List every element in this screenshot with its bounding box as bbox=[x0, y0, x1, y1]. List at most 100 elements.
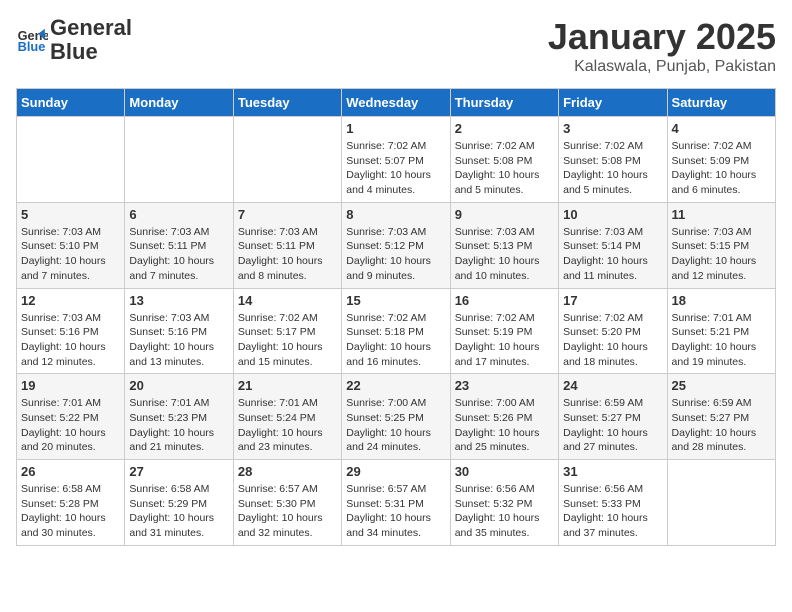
calendar-cell: 24Sunrise: 6:59 AM Sunset: 5:27 PM Dayli… bbox=[559, 374, 667, 460]
day-info: Sunrise: 7:02 AM Sunset: 5:07 PM Dayligh… bbox=[346, 139, 445, 198]
day-number: 30 bbox=[455, 464, 554, 479]
day-info: Sunrise: 7:00 AM Sunset: 5:26 PM Dayligh… bbox=[455, 396, 554, 455]
calendar-cell: 3 Sunrise: 7:02 AM Sunset: 5:08 PM Daylig… bbox=[559, 117, 667, 203]
day-number: 21 bbox=[238, 378, 337, 393]
calendar-cell: 11 Sunrise: 7:03 AM Sunset: 5:15 PM Dayli… bbox=[667, 202, 775, 288]
day-number: 11 bbox=[672, 207, 771, 222]
calendar-cell: 21 Sunrise: 7:01 AM Sunset: 5:24 PM Dayli… bbox=[233, 374, 341, 460]
day-number: 7 bbox=[238, 207, 337, 222]
day-info: Sunrise: 7:01 AM Sunset: 5:21 PM Dayligh… bbox=[672, 311, 771, 370]
day-number: 28 bbox=[238, 464, 337, 479]
day-info: Sunrise: 6:56 AM Sunset: 5:32 PM Dayligh… bbox=[455, 482, 554, 541]
day-info: Sunrise: 6:57 AM Sunset: 5:31 PM Dayligh… bbox=[346, 482, 445, 541]
day-number: 12 bbox=[21, 293, 120, 308]
calendar-week-row: 12 Sunrise: 7:03 AM Sunset: 5:16 PM Dayli… bbox=[17, 288, 776, 374]
logo-blue-text: Blue bbox=[50, 39, 98, 64]
calendar-cell: 25 Sunrise: 6:59 AM Sunset: 5:27 PM Dayli… bbox=[667, 374, 775, 460]
calendar-week-row: 19 Sunrise: 7:01 AM Sunset: 5:22 PM Dayli… bbox=[17, 374, 776, 460]
day-info: Sunrise: 6:58 AM Sunset: 5:28 PM Dayligh… bbox=[21, 482, 120, 541]
day-info: Sunrise: 7:02 AM Sunset: 5:19 PM Dayligh… bbox=[455, 311, 554, 370]
day-info: Sunrise: 7:01 AM Sunset: 5:24 PM Dayligh… bbox=[238, 396, 337, 455]
day-info: Sunrise: 7:00 AM Sunset: 5:25 PM Dayligh… bbox=[346, 396, 445, 455]
calendar-cell: 29Sunrise: 6:57 AM Sunset: 5:31 PM Dayli… bbox=[342, 460, 450, 546]
calendar-cell: 14 Sunrise: 7:02 AM Sunset: 5:17 PM Dayli… bbox=[233, 288, 341, 374]
day-info: Sunrise: 7:01 AM Sunset: 5:22 PM Dayligh… bbox=[21, 396, 120, 455]
calendar-cell: 10Sunrise: 7:03 AM Sunset: 5:14 PM Dayli… bbox=[559, 202, 667, 288]
calendar-cell: 18 Sunrise: 7:01 AM Sunset: 5:21 PM Dayli… bbox=[667, 288, 775, 374]
day-number: 19 bbox=[21, 378, 120, 393]
day-number: 18 bbox=[672, 293, 771, 308]
day-number: 5 bbox=[21, 207, 120, 222]
calendar-cell: 17Sunrise: 7:02 AM Sunset: 5:20 PM Dayli… bbox=[559, 288, 667, 374]
day-number: 6 bbox=[129, 207, 228, 222]
calendar-cell: 26 Sunrise: 6:58 AM Sunset: 5:28 PM Dayli… bbox=[17, 460, 125, 546]
weekday-header-friday: Friday bbox=[559, 89, 667, 117]
calendar-cell: 8Sunrise: 7:03 AM Sunset: 5:12 PM Daylig… bbox=[342, 202, 450, 288]
day-info: Sunrise: 6:58 AM Sunset: 5:29 PM Dayligh… bbox=[129, 482, 228, 541]
calendar-cell: 20 Sunrise: 7:01 AM Sunset: 5:23 PM Dayli… bbox=[125, 374, 233, 460]
page-header: General Blue General Blue January 2025 K… bbox=[16, 16, 776, 76]
day-number: 8 bbox=[346, 207, 445, 222]
day-number: 14 bbox=[238, 293, 337, 308]
day-number: 13 bbox=[129, 293, 228, 308]
calendar-cell bbox=[667, 460, 775, 546]
day-info: Sunrise: 7:02 AM Sunset: 5:18 PM Dayligh… bbox=[346, 311, 445, 370]
day-info: Sunrise: 6:59 AM Sunset: 5:27 PM Dayligh… bbox=[563, 396, 662, 455]
calendar-week-row: 1 Sunrise: 7:02 AM Sunset: 5:07 PM Daylig… bbox=[17, 117, 776, 203]
calendar-cell: 6Sunrise: 7:03 AM Sunset: 5:11 PM Daylig… bbox=[125, 202, 233, 288]
day-number: 25 bbox=[672, 378, 771, 393]
calendar-cell: 12Sunrise: 7:03 AM Sunset: 5:16 PM Dayli… bbox=[17, 288, 125, 374]
day-info: Sunrise: 7:03 AM Sunset: 5:14 PM Dayligh… bbox=[563, 225, 662, 284]
logo-general-text: General bbox=[50, 15, 132, 40]
day-info: Sunrise: 7:03 AM Sunset: 5:10 PM Dayligh… bbox=[21, 225, 120, 284]
calendar-cell: 5 Sunrise: 7:03 AM Sunset: 5:10 PM Daylig… bbox=[17, 202, 125, 288]
day-number: 1 bbox=[346, 121, 445, 136]
day-info: Sunrise: 7:01 AM Sunset: 5:23 PM Dayligh… bbox=[129, 396, 228, 455]
day-info: Sunrise: 7:03 AM Sunset: 5:16 PM Dayligh… bbox=[129, 311, 228, 370]
calendar-cell: 2 Sunrise: 7:02 AM Sunset: 5:08 PM Daylig… bbox=[450, 117, 558, 203]
day-info: Sunrise: 7:02 AM Sunset: 5:09 PM Dayligh… bbox=[672, 139, 771, 198]
calendar-week-row: 5 Sunrise: 7:03 AM Sunset: 5:10 PM Daylig… bbox=[17, 202, 776, 288]
calendar-cell: 9 Sunrise: 7:03 AM Sunset: 5:13 PM Daylig… bbox=[450, 202, 558, 288]
weekday-header-sunday: Sunday bbox=[17, 89, 125, 117]
day-number: 20 bbox=[129, 378, 228, 393]
day-info: Sunrise: 7:02 AM Sunset: 5:08 PM Dayligh… bbox=[563, 139, 662, 198]
month-title: January 2025 bbox=[548, 16, 776, 58]
day-info: Sunrise: 6:56 AM Sunset: 5:33 PM Dayligh… bbox=[563, 482, 662, 541]
day-number: 22 bbox=[346, 378, 445, 393]
day-number: 23 bbox=[455, 378, 554, 393]
calendar-cell: 7 Sunrise: 7:03 AM Sunset: 5:11 PM Daylig… bbox=[233, 202, 341, 288]
weekday-header-thursday: Thursday bbox=[450, 89, 558, 117]
title-block: January 2025 Kalaswala, Punjab, Pakistan bbox=[548, 16, 776, 76]
day-info: Sunrise: 7:03 AM Sunset: 5:15 PM Dayligh… bbox=[672, 225, 771, 284]
calendar-cell: 13 Sunrise: 7:03 AM Sunset: 5:16 PM Dayli… bbox=[125, 288, 233, 374]
calendar-cell: 28 Sunrise: 6:57 AM Sunset: 5:30 PM Dayli… bbox=[233, 460, 341, 546]
day-info: Sunrise: 7:03 AM Sunset: 5:13 PM Dayligh… bbox=[455, 225, 554, 284]
day-number: 4 bbox=[672, 121, 771, 136]
day-info: Sunrise: 7:03 AM Sunset: 5:11 PM Dayligh… bbox=[238, 225, 337, 284]
day-number: 2 bbox=[455, 121, 554, 136]
calendar-cell: 30 Sunrise: 6:56 AM Sunset: 5:32 PM Dayli… bbox=[450, 460, 558, 546]
weekday-header-saturday: Saturday bbox=[667, 89, 775, 117]
day-info: Sunrise: 6:57 AM Sunset: 5:30 PM Dayligh… bbox=[238, 482, 337, 541]
day-info: Sunrise: 6:59 AM Sunset: 5:27 PM Dayligh… bbox=[672, 396, 771, 455]
day-number: 9 bbox=[455, 207, 554, 222]
calendar-cell: 22 Sunrise: 7:00 AM Sunset: 5:25 PM Dayli… bbox=[342, 374, 450, 460]
calendar-table: SundayMondayTuesdayWednesdayThursdayFrid… bbox=[16, 88, 776, 546]
day-number: 26 bbox=[21, 464, 120, 479]
day-number: 27 bbox=[129, 464, 228, 479]
calendar-cell bbox=[17, 117, 125, 203]
weekday-header-monday: Monday bbox=[125, 89, 233, 117]
location-text: Kalaswala, Punjab, Pakistan bbox=[548, 58, 776, 76]
calendar-cell: 16Sunrise: 7:02 AM Sunset: 5:19 PM Dayli… bbox=[450, 288, 558, 374]
day-number: 3 bbox=[563, 121, 662, 136]
day-info: Sunrise: 7:02 AM Sunset: 5:17 PM Dayligh… bbox=[238, 311, 337, 370]
day-info: Sunrise: 7:02 AM Sunset: 5:08 PM Dayligh… bbox=[455, 139, 554, 198]
calendar-cell: 15Sunrise: 7:02 AM Sunset: 5:18 PM Dayli… bbox=[342, 288, 450, 374]
calendar-cell bbox=[125, 117, 233, 203]
weekday-header-row: SundayMondayTuesdayWednesdayThursdayFrid… bbox=[17, 89, 776, 117]
calendar-cell: 31Sunrise: 6:56 AM Sunset: 5:33 PM Dayli… bbox=[559, 460, 667, 546]
logo: General Blue General Blue bbox=[16, 16, 132, 64]
day-number: 17 bbox=[563, 293, 662, 308]
calendar-week-row: 26 Sunrise: 6:58 AM Sunset: 5:28 PM Dayli… bbox=[17, 460, 776, 546]
